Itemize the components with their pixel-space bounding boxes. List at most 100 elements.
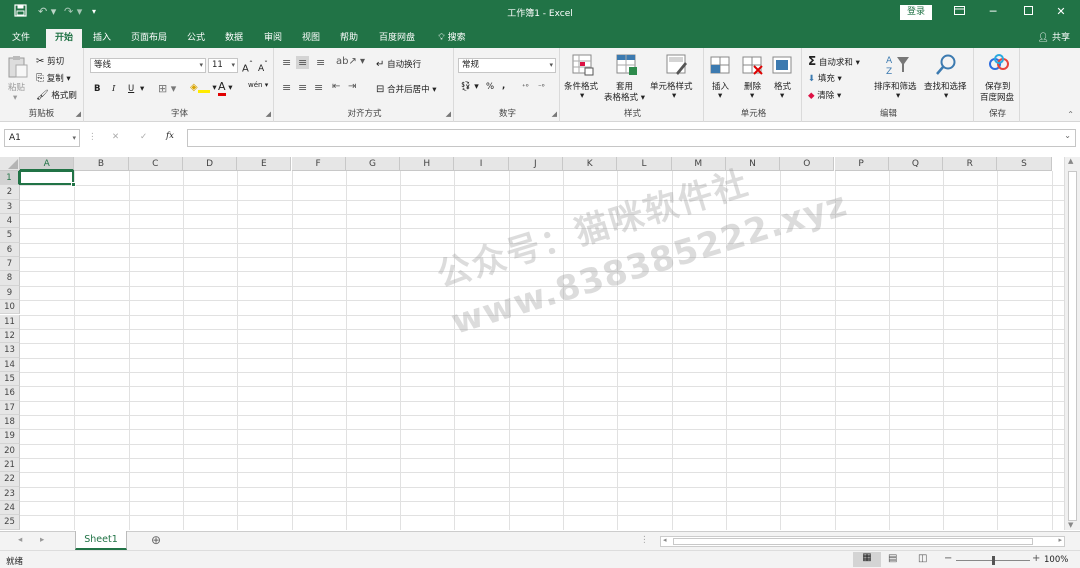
row-header-21[interactable]: 21 [0,458,20,473]
percent-button[interactable]: % [486,82,494,92]
cancel-entry-icon[interactable]: ✕ [112,132,119,142]
insert-cells-icon[interactable] [710,54,734,78]
share-button[interactable]: 👤︎ 共享 [1038,30,1070,43]
row-header-4[interactable]: 4 [0,214,20,229]
column-header-I[interactable]: I [454,157,509,171]
row-header-23[interactable]: 23 [0,486,20,502]
cell-area[interactable] [19,170,1064,530]
normal-view-icon[interactable]: ▦ [853,552,881,567]
tab-help[interactable]: 帮助 [332,29,366,48]
bold-button[interactable]: B [94,84,100,94]
row-header-6[interactable]: 6 [0,242,20,258]
align-center-icon[interactable]: ≡ [298,81,307,94]
comma-button[interactable]: , [502,81,505,91]
row-header-18[interactable]: 18 [0,414,20,430]
zoom-slider-thumb[interactable] [991,556,995,565]
login-button[interactable]: 登录 [900,5,932,20]
align-top-icon[interactable]: ≡ [282,56,291,69]
confirm-entry-icon[interactable]: ✓ [140,132,147,142]
row-header-1[interactable]: 1 [0,171,20,186]
format-as-table-icon[interactable] [616,54,640,78]
zoom-slider[interactable] [956,556,1030,565]
grow-font-icon[interactable]: Aˆ [242,59,253,74]
page-break-view-icon[interactable]: ◫ [918,553,927,564]
row-header-20[interactable]: 20 [0,443,20,458]
align-bottom-icon[interactable]: ≡ [316,56,325,69]
fill-button[interactable]: ⬇ 填充 ▾ [808,72,842,84]
vertical-scrollbar[interactable]: ▲ ▼ [1064,157,1080,530]
row-header-25[interactable]: 25 [0,515,20,530]
conditional-format-dropdown[interactable]: ▾ [580,91,584,101]
row-header-10[interactable]: 10 [0,300,20,315]
currency-icon[interactable]: 💱︎ ▾ [460,82,479,92]
row-header-12[interactable]: 12 [0,328,20,344]
column-header-K[interactable]: K [563,157,618,171]
column-header-F[interactable]: F [291,157,346,171]
next-sheet-icon[interactable]: ▸ [40,535,44,545]
fill-handle[interactable] [71,182,77,188]
format-painter-button[interactable]: 🖌︎ 格式刷 [36,89,77,101]
horizontal-scrollbar[interactable]: ◂ ▸ [660,536,1065,547]
sheet-tab-sheet1[interactable]: Sheet1 [75,531,127,550]
insert-function-icon[interactable]: fx [166,131,174,141]
horizontal-scroll-thumb[interactable] [673,538,1033,545]
conditional-format-icon[interactable] [572,54,596,78]
underline-button[interactable]: U [128,84,134,94]
tab-data[interactable]: 数据 [218,29,250,48]
column-header-O[interactable]: O [780,157,835,171]
tab-page-layout[interactable]: 页面布局 [126,29,172,48]
select-all-corner[interactable] [0,157,20,171]
maximize-icon[interactable] [1017,4,1039,20]
row-header-11[interactable]: 11 [0,314,20,329]
column-header-H[interactable]: H [400,157,455,171]
font-launcher-icon[interactable]: ◢ [266,110,271,118]
save-to-baidu-label-2[interactable]: 百度网盘 [980,91,1014,103]
row-header-3[interactable]: 3 [0,199,20,215]
row-header-5[interactable]: 5 [0,228,20,243]
delete-cells-dropdown[interactable]: ▾ [750,91,754,101]
row-header-13[interactable]: 13 [0,343,20,358]
zoom-out-icon[interactable]: − [944,553,952,564]
tab-home[interactable]: 开始 [46,29,82,48]
phonetic-button[interactable]: wén ▾ [248,81,268,89]
insert-cells-dropdown[interactable]: ▾ [718,91,722,101]
row-header-9[interactable]: 9 [0,285,20,301]
delete-cells-icon[interactable] [742,54,766,78]
tab-file[interactable]: 文件 [4,29,38,48]
tab-review[interactable]: 审阅 [256,29,290,48]
row-header-8[interactable]: 8 [0,271,20,286]
orientation-icon[interactable]: ab↗ ▾ [336,56,365,67]
formula-input[interactable]: ⌄ [187,129,1076,147]
paste-dropdown-icon[interactable]: ▾ [13,93,17,103]
column-header-M[interactable]: M [671,157,726,171]
column-header-Q[interactable]: Q [888,157,944,171]
row-header-16[interactable]: 16 [0,386,20,401]
font-name-select[interactable]: 等线 ▾ [90,58,206,73]
find-select-icon[interactable] [934,53,958,77]
row-header-19[interactable]: 19 [0,429,20,444]
copy-button[interactable]: ⎘ 复制 ▾ [36,72,71,84]
tab-formulas[interactable]: 公式 [180,29,212,48]
border-icon[interactable]: ⊞ ▾ [158,82,176,95]
close-icon[interactable]: ✕ [1050,4,1072,20]
number-format-select[interactable]: 常规 ▾ [458,58,556,73]
tell-me-search[interactable]: 💡︎ 搜索 [430,29,474,48]
row-header-14[interactable]: 14 [0,357,20,372]
column-header-G[interactable]: G [345,157,401,171]
row-header-7[interactable]: 7 [0,257,20,272]
column-header-E[interactable]: E [237,157,292,171]
row-header-22[interactable]: 22 [0,472,20,487]
cell-styles-dropdown[interactable]: ▾ [672,91,676,101]
column-header-L[interactable]: L [617,157,672,171]
add-sheet-icon[interactable]: ⊕ [151,533,161,547]
row-header-15[interactable]: 15 [0,371,20,387]
collapse-ribbon-icon[interactable]: ⌃ [1067,110,1074,119]
column-header-R[interactable]: R [943,157,998,171]
number-launcher-icon[interactable]: ◢ [552,110,557,118]
tab-baidu-netdisk[interactable]: 百度网盘 [372,29,422,48]
decrease-indent-icon[interactable]: ⇤ [332,81,340,92]
expand-formula-bar-icon[interactable]: ⌄ [1064,131,1071,140]
baidu-cloud-icon[interactable] [987,53,1011,77]
tab-view[interactable]: 视图 [294,29,328,48]
increase-decimal-icon[interactable]: ⁺⁰ [522,83,529,91]
